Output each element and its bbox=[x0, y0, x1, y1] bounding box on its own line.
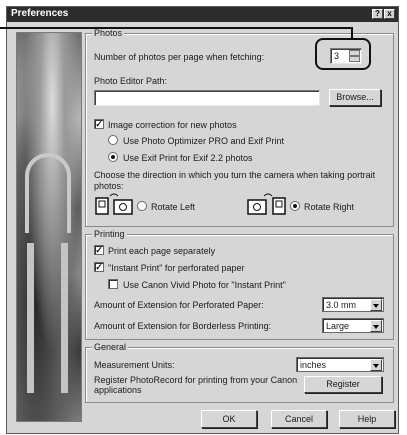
cancel-button[interactable]: Cancel bbox=[271, 410, 327, 428]
ok-button[interactable]: OK bbox=[201, 410, 257, 428]
camera-rotate-right-icon bbox=[247, 193, 286, 215]
window-title: Preferences bbox=[11, 8, 69, 19]
chevron-down-icon[interactable] bbox=[370, 320, 382, 332]
rotate-left-radio[interactable] bbox=[137, 201, 147, 211]
printing-group: Printing ✓ Print each page separately ✓ … bbox=[85, 229, 394, 340]
preferences-window: Preferences ? x Photos Number of photos … bbox=[6, 6, 399, 434]
exif-radio[interactable] bbox=[108, 152, 118, 162]
column-shape bbox=[27, 243, 34, 393]
decorative-photo bbox=[16, 32, 82, 422]
editor-path-label: Photo Editor Path: bbox=[94, 76, 168, 86]
exif-label: Use Exif Print for Exif 2.2 photos bbox=[123, 153, 253, 163]
register-text-line1: Register PhotoRecord for printing from y… bbox=[94, 375, 298, 385]
image-correction-checkbox[interactable]: ✓ bbox=[94, 119, 104, 129]
title-bar: Preferences ? x bbox=[7, 7, 398, 22]
units-label: Measurement Units: bbox=[94, 360, 175, 370]
instant-print-checkbox[interactable]: ✓ bbox=[94, 262, 104, 272]
extension-borderless-label: Amount of Extension for Borderless Print… bbox=[94, 321, 272, 331]
units-value: inches bbox=[300, 360, 327, 370]
column-shape bbox=[61, 243, 68, 393]
chevron-down-icon[interactable] bbox=[370, 299, 382, 311]
callout-line bbox=[0, 27, 352, 29]
direction-label: Choose the direction in which you turn t… bbox=[94, 170, 376, 191]
units-select[interactable]: inches bbox=[296, 357, 384, 372]
help-button[interactable]: Help bbox=[339, 410, 395, 428]
rotate-right-radio[interactable] bbox=[290, 201, 300, 211]
extension-perforated-label: Amount of Extension for Perforated Paper… bbox=[94, 300, 264, 310]
general-group: General Measurement Units: inches Regist… bbox=[85, 342, 394, 403]
editor-path-input[interactable] bbox=[94, 90, 320, 106]
image-correction-label: Image correction for new photos bbox=[108, 120, 237, 130]
optimizer-label: Use Photo Optimizer PRO and Exif Print bbox=[123, 136, 285, 146]
photos-legend: Photos bbox=[92, 28, 125, 38]
photos-per-page-label: Number of photos per page when fetching: bbox=[94, 52, 265, 62]
rotate-left-label: Rotate Left bbox=[151, 202, 196, 212]
extension-perforated-value: 3.0 mm bbox=[326, 300, 357, 310]
register-text-line2: applications bbox=[94, 385, 142, 395]
callout-highlight bbox=[315, 38, 371, 70]
printing-legend: Printing bbox=[92, 229, 127, 239]
print-each-checkbox[interactable]: ✓ bbox=[94, 245, 104, 255]
extension-borderless-select[interactable]: Large bbox=[322, 318, 384, 333]
rotate-right-label: Rotate Right bbox=[304, 202, 355, 212]
vivid-photo-label: Use Canon Vivid Photo for "Instant Print… bbox=[123, 280, 286, 290]
extension-borderless-value: Large bbox=[326, 321, 350, 331]
general-legend: General bbox=[92, 342, 129, 352]
browse-button[interactable]: Browse... bbox=[329, 89, 381, 106]
optimizer-radio[interactable] bbox=[108, 135, 118, 145]
close-title-button[interactable]: x bbox=[384, 9, 395, 19]
extension-perforated-select[interactable]: 3.0 mm bbox=[322, 297, 384, 312]
arch-shape bbox=[25, 153, 71, 233]
register-button[interactable]: Register bbox=[304, 376, 382, 393]
chevron-down-icon[interactable] bbox=[370, 359, 382, 371]
camera-rotate-left-icon bbox=[95, 193, 133, 215]
vivid-photo-checkbox[interactable] bbox=[108, 279, 118, 289]
print-each-label: Print each page separately bbox=[108, 246, 216, 256]
instant-print-label: "Instant Print" for perforated paper bbox=[108, 263, 245, 273]
help-title-button[interactable]: ? bbox=[372, 9, 383, 19]
